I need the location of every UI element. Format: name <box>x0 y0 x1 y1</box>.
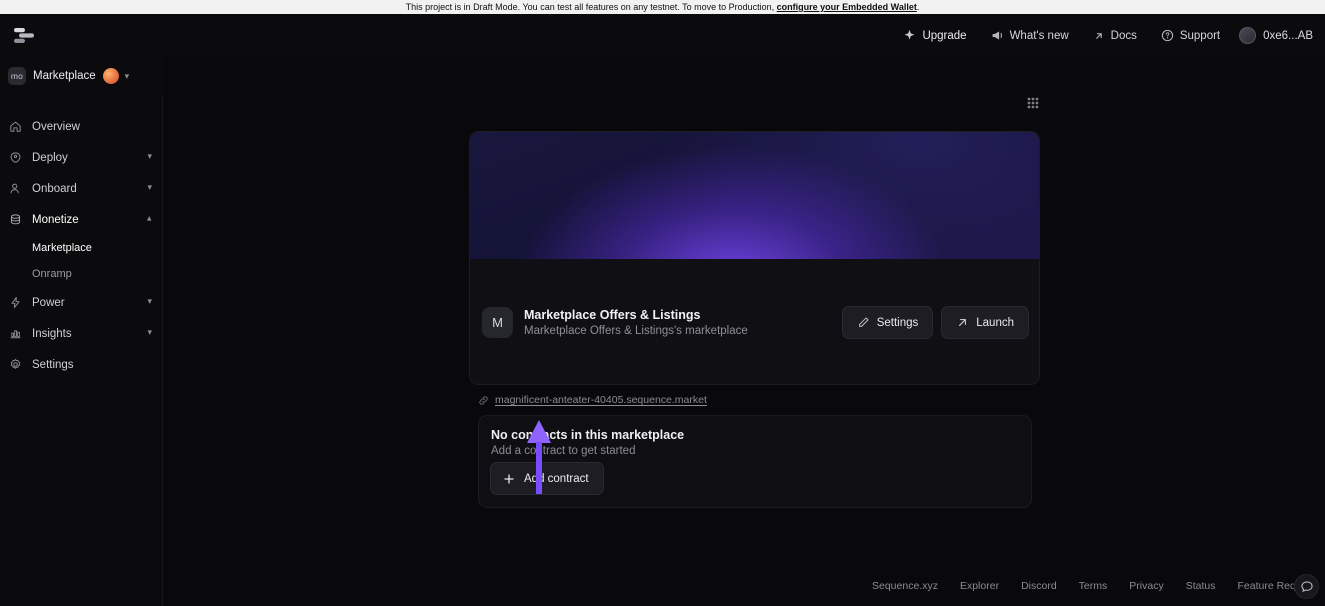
chat-help-icon[interactable] <box>1294 574 1319 599</box>
sidebar-subitem-marketplace[interactable]: Marketplace <box>0 235 162 261</box>
footer-link-status[interactable]: Status <box>1186 580 1216 592</box>
configure-embedded-wallet-link[interactable]: configure your Embedded Wallet <box>777 2 917 12</box>
whats-new-label: What's new <box>1010 30 1069 42</box>
sidebar-item-overview[interactable]: Overview <box>0 111 162 142</box>
settings-label: Settings <box>877 317 919 329</box>
project-badge: mo <box>8 67 26 85</box>
marketplace-banner-image <box>470 132 1040 259</box>
sidebar: Overview Deploy ▾ Onboard ▾ Monetize ▾ M… <box>0 95 163 606</box>
no-contracts-panel: No contracts in this marketplace Add a c… <box>478 415 1032 508</box>
sidebar-item-label: Monetize <box>32 214 137 226</box>
marketplace-card: M Marketplace Offers & Listings Marketpl… <box>469 131 1040 385</box>
draft-banner-text-after: . <box>917 2 920 12</box>
sidebar-item-label: Insights <box>32 328 137 340</box>
sidebar-subitem-onramp[interactable]: Onramp <box>0 261 162 287</box>
marketplace-title: Marketplace Offers & Listings <box>524 308 842 322</box>
arrow-pointer-stem <box>536 442 542 494</box>
support-label: Support <box>1180 30 1220 42</box>
megaphone-icon <box>991 29 1004 42</box>
sidebar-item-label: Settings <box>32 359 152 371</box>
marketplace-card-texts: Marketplace Offers & Listings Marketplac… <box>524 308 842 337</box>
settings-button[interactable]: Settings <box>842 306 934 339</box>
footer: Sequence.xyz Explorer Discord Terms Priv… <box>326 566 1325 606</box>
bolt-icon <box>8 296 22 310</box>
link-icon <box>478 395 489 406</box>
header-actions: Upgrade What's new Docs Support 0xe6...A… <box>894 22 1317 50</box>
sequence-logo-icon[interactable] <box>11 23 37 49</box>
chevron-down-icon: ▾ <box>147 183 152 192</box>
marketplace-avatar: M <box>482 307 513 338</box>
sidebar-item-insights[interactable]: Insights ▾ <box>0 318 162 349</box>
chevron-down-icon: ▾ <box>147 328 152 337</box>
footer-link-privacy[interactable]: Privacy <box>1129 580 1163 592</box>
draft-mode-banner: This project is in Draft Mode. You can t… <box>0 0 1325 14</box>
no-contracts-subtitle: Add a contract to get started <box>491 445 1019 457</box>
rocket-icon <box>8 151 22 165</box>
marketplace-card-actions: Settings Launch <box>842 306 1029 339</box>
footer-link-explorer[interactable]: Explorer <box>960 580 999 592</box>
chevron-down-icon: ▾ <box>147 297 152 306</box>
home-icon <box>8 120 22 134</box>
marketplace-card-body: M Marketplace Offers & Listings Marketpl… <box>470 259 1040 385</box>
sidebar-item-label: Overview <box>32 121 152 133</box>
sidebar-subitem-label: Marketplace <box>32 242 92 254</box>
coins-icon <box>8 213 22 227</box>
sidebar-item-deploy[interactable]: Deploy ▾ <box>0 142 162 173</box>
avatar <box>1239 27 1256 44</box>
sidebar-item-label: Power <box>32 297 137 309</box>
upgrade-label: Upgrade <box>922 30 966 42</box>
sidebar-item-label: Deploy <box>32 152 137 164</box>
launch-label: Launch <box>976 317 1014 329</box>
arrow-pointer-icon <box>527 420 551 494</box>
help-circle-icon <box>1161 29 1174 42</box>
footer-link-terms[interactable]: Terms <box>1079 580 1108 592</box>
user-plus-icon <box>8 182 22 196</box>
chart-icon <box>8 327 22 341</box>
main-content: M Marketplace Offers & Listings Marketpl… <box>163 57 1325 606</box>
docs-button[interactable]: Docs <box>1084 22 1146 50</box>
docs-label: Docs <box>1111 30 1137 42</box>
marketplace-subtitle: Marketplace Offers & Listings's marketpl… <box>524 325 842 337</box>
no-contracts-title: No contracts in this marketplace <box>491 428 1019 442</box>
account-menu[interactable]: 0xe6...AB <box>1235 22 1317 50</box>
draft-banner-text-before: This project is in Draft Mode. You can t… <box>406 2 777 12</box>
project-avatar-icon <box>103 68 119 84</box>
footer-link-discord[interactable]: Discord <box>1021 580 1057 592</box>
arrow-pointer-head <box>527 420 551 443</box>
arrow-up-right-icon <box>956 316 969 329</box>
support-button[interactable]: Support <box>1152 22 1229 50</box>
marketplace-url-link[interactable]: magnificent-anteater-40405.sequence.mark… <box>495 394 707 406</box>
global-header: Upgrade What's new Docs Support 0xe6...A… <box>0 14 1325 57</box>
sparkle-icon <box>903 29 916 42</box>
sidebar-item-label: Onboard <box>32 183 137 195</box>
account-address-label: 0xe6...AB <box>1263 30 1313 42</box>
marketplace-url-row: magnificent-anteater-40405.sequence.mark… <box>478 394 707 406</box>
upgrade-button[interactable]: Upgrade <box>894 22 975 50</box>
project-name: Marketplace <box>33 70 96 82</box>
pencil-icon <box>857 316 870 329</box>
project-switcher[interactable]: mo Marketplace ▾ <box>0 57 163 95</box>
external-link-icon <box>1093 30 1105 42</box>
sidebar-item-power[interactable]: Power ▾ <box>0 287 162 318</box>
sidebar-item-settings[interactable]: Settings <box>0 349 162 380</box>
sidebar-item-onboard[interactable]: Onboard ▾ <box>0 173 162 204</box>
chevron-down-icon: ▾ <box>147 152 152 161</box>
footer-link-sequence-xyz[interactable]: Sequence.xyz <box>872 580 938 592</box>
launch-button[interactable]: Launch <box>941 306 1029 339</box>
grid-layout-icon[interactable] <box>1025 95 1041 111</box>
whats-new-button[interactable]: What's new <box>982 22 1078 50</box>
chevron-up-icon: ▾ <box>147 214 152 223</box>
chevron-down-icon: ▾ <box>125 71 130 82</box>
gear-icon <box>8 358 22 372</box>
sidebar-subitem-label: Onramp <box>32 268 72 280</box>
plus-icon <box>502 472 516 486</box>
sidebar-item-monetize[interactable]: Monetize ▾ <box>0 204 162 235</box>
